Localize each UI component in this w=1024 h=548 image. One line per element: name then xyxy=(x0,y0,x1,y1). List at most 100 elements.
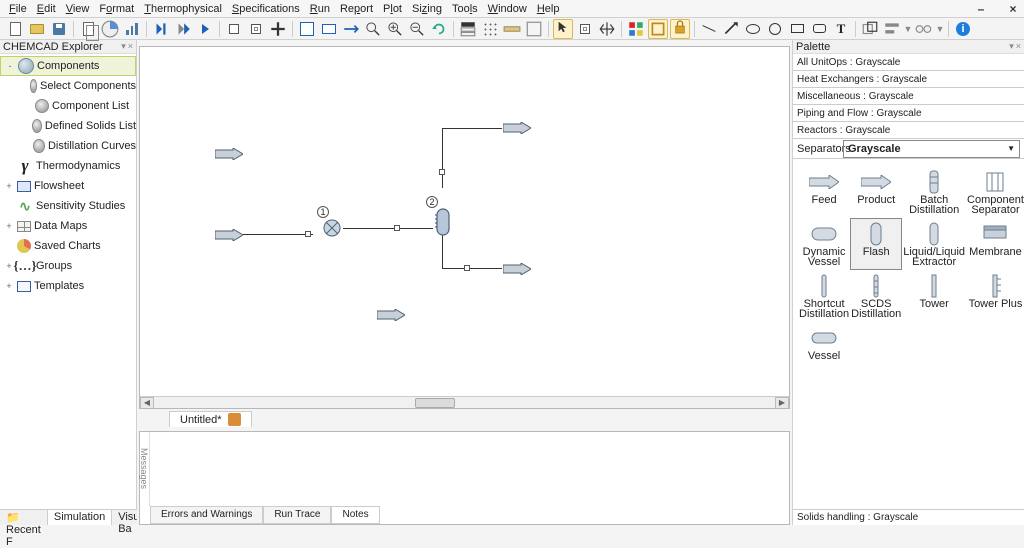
palette-item-product[interactable]: Product xyxy=(851,167,901,217)
group-button[interactable] xyxy=(860,19,880,39)
palette-item-tower[interactable]: Tower xyxy=(903,271,965,321)
explorer-tab-recent[interactable]: 📁 Recent F xyxy=(0,510,48,525)
lock-button[interactable] xyxy=(670,19,690,39)
draw-arrow-button[interactable] xyxy=(721,19,741,39)
floating-arrow[interactable] xyxy=(377,309,405,321)
palette-section-heat[interactable]: Heat Exchangers : Grayscale xyxy=(793,71,1024,88)
flowsheet-canvas[interactable]: 1 2 ◀ ▶ xyxy=(139,46,790,409)
window-close-button[interactable]: × xyxy=(1006,2,1020,16)
menu-edit[interactable]: Edit xyxy=(32,3,61,15)
pan-button[interactable] xyxy=(597,19,617,39)
stream-node[interactable] xyxy=(394,225,400,231)
flash-unit[interactable] xyxy=(433,205,453,239)
menu-plot[interactable]: Plot xyxy=(378,3,407,15)
palette-section-all[interactable]: All UnitOps : Grayscale xyxy=(793,54,1024,71)
color-button[interactable] xyxy=(626,19,646,39)
zoom-in-button[interactable] xyxy=(385,19,405,39)
menu-sizing[interactable]: Sizing xyxy=(407,3,447,15)
zoom-box-button[interactable] xyxy=(319,19,339,39)
distribute-button[interactable] xyxy=(914,19,934,39)
palette-close-icon[interactable]: × xyxy=(1016,41,1021,52)
scroll-right-button[interactable]: ▶ xyxy=(775,397,789,409)
feed-arrow-1[interactable] xyxy=(215,148,243,160)
doc-tab-close-icon[interactable] xyxy=(228,413,241,426)
tree-node-defined-solids-list[interactable]: Defined Solids List xyxy=(0,116,136,136)
select-box-button[interactable] xyxy=(224,19,244,39)
tree-node-sensitivity-studies[interactable]: ∿Sensitivity Studies xyxy=(0,196,136,216)
doc-tab-untitled[interactable]: Untitled* xyxy=(169,411,252,427)
tree-node-groups[interactable]: +{…}Groups xyxy=(0,256,136,276)
info-button[interactable]: i xyxy=(953,19,973,39)
product-arrow-1[interactable] xyxy=(503,122,531,134)
explorer-tab-simulation[interactable]: Simulation xyxy=(48,510,112,525)
palette-section-piping[interactable]: Piping and Flow : Grayscale xyxy=(793,105,1024,122)
misc-button-2[interactable] xyxy=(524,19,544,39)
stream-node[interactable] xyxy=(464,265,470,271)
msg-tab-errors[interactable]: Errors and Warnings xyxy=(150,506,263,524)
tree-node-select-components[interactable]: Select Components xyxy=(0,76,136,96)
report-button[interactable] xyxy=(78,19,98,39)
palette-section-separators[interactable]: Separators Grayscale▼ xyxy=(793,139,1024,159)
misc-select-button[interactable] xyxy=(575,19,595,39)
draw-circle-button[interactable] xyxy=(765,19,785,39)
step-button[interactable] xyxy=(151,19,171,39)
refresh-button[interactable] xyxy=(429,19,449,39)
draw-ellipse-button[interactable] xyxy=(743,19,763,39)
stream-node[interactable] xyxy=(305,231,311,237)
menu-file[interactable]: File xyxy=(4,3,32,15)
palette-item-flash[interactable]: Flash xyxy=(851,219,901,269)
menu-thermophysical[interactable]: Thermophysical xyxy=(139,3,227,15)
ruler-button[interactable] xyxy=(502,19,522,39)
palette-item-feed[interactable]: Feed xyxy=(799,167,849,217)
palette-section-reactors[interactable]: Reactors : Grayscale xyxy=(793,122,1024,139)
menu-help[interactable]: Help xyxy=(532,3,565,15)
msg-tab-notes[interactable]: Notes xyxy=(331,506,379,524)
window-maximize-button[interactable] xyxy=(990,2,1004,16)
stream-node[interactable] xyxy=(439,169,445,175)
chart-bar-button[interactable] xyxy=(122,19,142,39)
zoom-out-button[interactable] xyxy=(407,19,427,39)
chart-pie-button[interactable] xyxy=(100,19,120,39)
tree-node-flowsheet[interactable]: +Flowsheet xyxy=(0,176,136,196)
palette-item-scds-distillation[interactable]: SCDS Distillation xyxy=(851,271,901,321)
palette-item-batch-distillation[interactable]: Batch Distillation xyxy=(903,167,965,217)
zoom-area-button[interactable] xyxy=(363,19,383,39)
palette-pin-icon[interactable]: ▾ xyxy=(1009,41,1014,52)
dot-grid-button[interactable] xyxy=(480,19,500,39)
feed-arrow-2[interactable] xyxy=(215,229,243,241)
expand-icon[interactable]: + xyxy=(4,181,14,191)
tree-node-saved-charts[interactable]: Saved Charts xyxy=(0,236,136,256)
new-button[interactable] xyxy=(5,19,25,39)
align-button[interactable] xyxy=(882,19,902,39)
half-step-button[interactable] xyxy=(173,19,193,39)
menu-view[interactable]: View xyxy=(61,3,95,15)
explorer-pin-icon[interactable]: ▾ xyxy=(121,41,126,52)
expand-icon[interactable]: + xyxy=(4,221,14,231)
menu-run[interactable]: Run xyxy=(305,3,335,15)
product-arrow-2[interactable] xyxy=(503,263,531,275)
palette-item-dynamic-vessel[interactable]: Dynamic Vessel xyxy=(799,219,849,269)
expand-icon[interactable]: + xyxy=(4,281,14,291)
menu-specifications[interactable]: Specifications xyxy=(227,3,305,15)
save-button[interactable] xyxy=(49,19,69,39)
palette-item-vessel[interactable]: Vessel xyxy=(799,323,849,373)
run-button[interactable] xyxy=(195,19,215,39)
highlight-button[interactable] xyxy=(648,19,668,39)
scroll-thumb[interactable] xyxy=(415,398,455,408)
palette-item-shortcut-distillation[interactable]: Shortcut Distillation xyxy=(799,271,849,321)
explorer-close-icon[interactable]: × xyxy=(128,41,133,52)
palette-style-select[interactable]: Grayscale▼ xyxy=(843,140,1020,158)
tree-node-components[interactable]: -Components xyxy=(0,56,136,76)
misc-button-1[interactable] xyxy=(268,19,288,39)
msg-tab-runtrace[interactable]: Run Trace xyxy=(263,506,331,524)
grid-button[interactable] xyxy=(458,19,478,39)
tree-node-distillation-curves[interactable]: Distillation Curves xyxy=(0,136,136,156)
draw-text-button[interactable]: T xyxy=(831,19,851,39)
scroll-left-button[interactable]: ◀ xyxy=(140,397,154,409)
palette-section-misc[interactable]: Miscellaneous : Grayscale xyxy=(793,88,1024,105)
mixer-unit[interactable] xyxy=(323,219,341,237)
tree-node-data-maps[interactable]: +Data Maps xyxy=(0,216,136,236)
select-dash-button[interactable] xyxy=(246,19,266,39)
window-minimize-button[interactable]: – xyxy=(974,2,988,16)
menu-format[interactable]: Format xyxy=(94,3,139,15)
